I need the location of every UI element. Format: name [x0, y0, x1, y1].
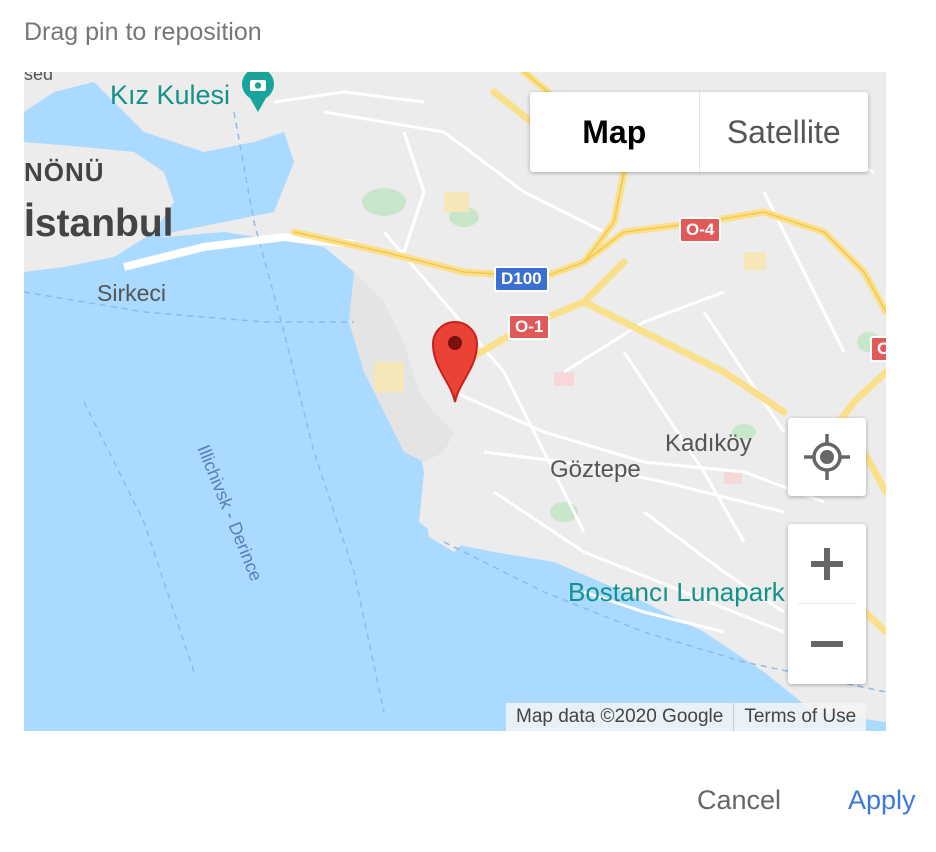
map-type-control: Map Satellite	[530, 92, 868, 172]
map-canvas[interactable]: sed Kız Kulesi NÖNÜ İstanbul Sirkeci Ill…	[24, 72, 886, 731]
zoom-control	[788, 524, 866, 684]
map-attribution: Map data ©2020 Google Terms of Use	[506, 703, 867, 731]
place-label-kiz-kulesi: Kız Kulesi	[110, 80, 231, 110]
map-type-satellite-button[interactable]: Satellite	[700, 92, 869, 172]
apply-button[interactable]: Apply	[848, 785, 916, 816]
place-label-sirkeci: Sirkeci	[97, 280, 167, 306]
road-shield-d100: D100	[494, 266, 549, 292]
map-data-credit: Map data ©2020 Google	[516, 706, 724, 727]
instruction-text: Drag pin to reposition	[24, 18, 262, 46]
my-location-button[interactable]	[788, 418, 866, 496]
place-label-sed: sed	[24, 72, 54, 84]
place-label-bostanci: Bostancı Lunapark	[568, 577, 785, 607]
zoom-in-button[interactable]	[788, 524, 866, 603]
road-shield-o4: O-4	[679, 217, 722, 243]
place-label-goztepe: Göztepe	[550, 456, 641, 483]
minus-icon	[811, 640, 843, 647]
cancel-button[interactable]: Cancel	[697, 785, 781, 816]
place-label-istanbul: İstanbul	[24, 202, 174, 245]
terms-of-use-link[interactable]: Terms of Use	[734, 703, 866, 731]
location-pin-icon[interactable]	[429, 316, 481, 404]
camera-poi-icon	[240, 72, 276, 112]
place-label-eminonu: NÖNÜ	[24, 157, 105, 187]
road-shield-edge: O	[870, 336, 886, 362]
road-shield-o1: O-1	[508, 314, 551, 340]
plus-icon	[811, 547, 843, 580]
map-type-map-button[interactable]: Map	[530, 92, 700, 172]
place-label-kadikoy: Kadıköy	[665, 430, 752, 457]
crosshair-icon	[804, 434, 850, 480]
zoom-out-button[interactable]	[788, 604, 866, 683]
